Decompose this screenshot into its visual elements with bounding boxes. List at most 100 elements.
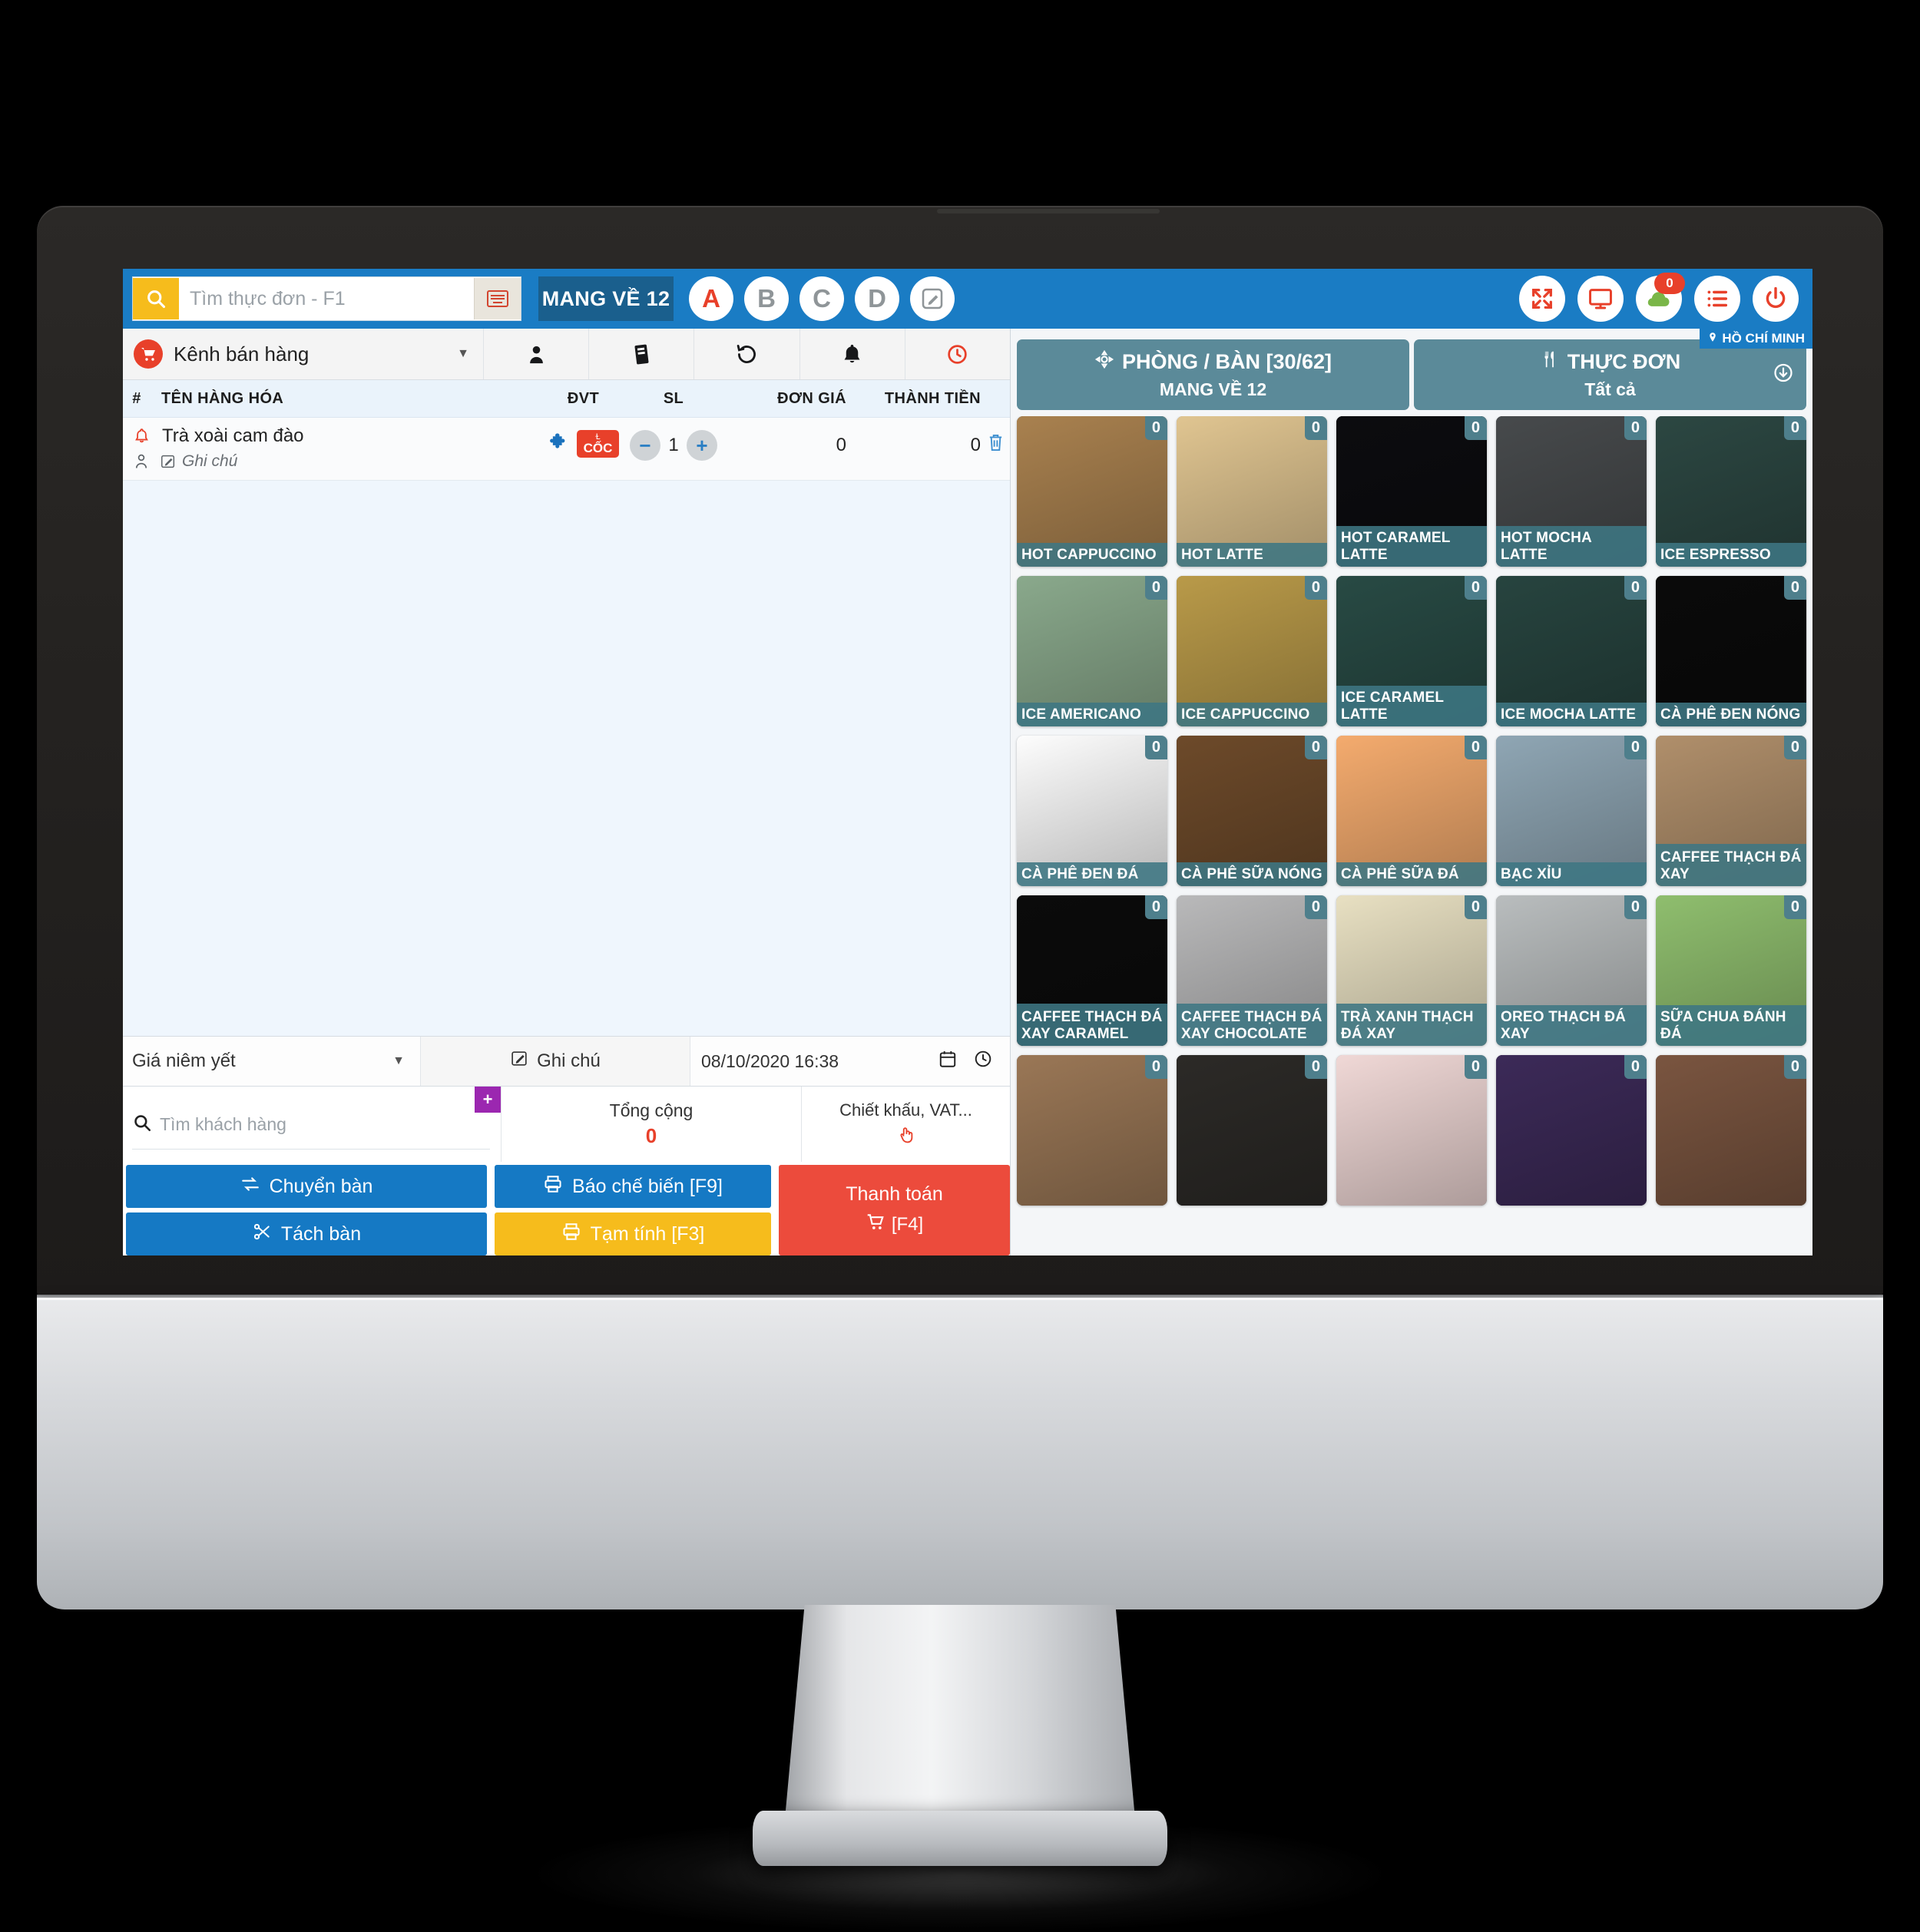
product-name: ICE CARAMEL LATTE xyxy=(1336,686,1487,726)
product-name: CAFFEE THẠCH ĐÁ XAY CHOCOLATE xyxy=(1177,1004,1327,1046)
product-tile[interactable]: 0 HOT CARAMEL LATTE xyxy=(1336,416,1487,567)
monitor-icon[interactable] xyxy=(1577,276,1624,322)
product-tile[interactable]: 0 OREO THẠCH ĐÁ XAY xyxy=(1496,895,1647,1046)
transfer-table-button[interactable]: Chuyển bàn xyxy=(126,1165,487,1208)
history-icon[interactable] xyxy=(694,329,800,379)
order-note-label: Ghi chú xyxy=(537,1050,601,1071)
product-name: CÀ PHÊ SỮA NÓNG xyxy=(1177,862,1327,886)
edit-square-icon[interactable] xyxy=(910,276,955,321)
product-tile[interactable]: 0 HOT LATTE xyxy=(1177,416,1327,567)
footer-row-totals: Tìm khách hàng + Tổng cộng 0 Chiết khấu,… xyxy=(123,1086,1010,1162)
monitor-stand-neck xyxy=(783,1605,1137,1835)
item-name: Trà xoài cam đào xyxy=(162,425,304,446)
download-icon[interactable] xyxy=(1773,362,1794,388)
rooms-tables-title: PHÒNG / BÀN [30/62] xyxy=(1121,350,1332,373)
product-tile[interactable]: 0 xyxy=(1336,1055,1487,1206)
product-name: HOT CAPPUCCINO xyxy=(1017,542,1167,567)
unit-badge[interactable]: Ɫ CỐC xyxy=(576,430,620,458)
product-tile[interactable]: 0 TRÀ XANH THẠCH ĐÁ XAY xyxy=(1336,895,1487,1046)
bell-icon[interactable] xyxy=(132,427,151,446)
product-name: OREO THẠCH ĐÁ XAY xyxy=(1496,1005,1647,1046)
split-table-button[interactable]: Tách bàn xyxy=(126,1212,487,1255)
product-tile[interactable]: 0 CÀ PHÊ ĐEN NÓNG xyxy=(1656,576,1806,726)
product-tile[interactable]: 0 xyxy=(1177,1055,1327,1206)
product-count-badge: 0 xyxy=(1624,576,1647,600)
takeaway-order-tag[interactable]: MANG VỀ 12 xyxy=(538,276,674,321)
product-count-badge: 0 xyxy=(1464,576,1487,600)
discount-vat-button[interactable]: Chiết khấu, VAT... xyxy=(802,1087,1010,1162)
product-tile[interactable]: 0 xyxy=(1656,1055,1806,1206)
product-tile[interactable]: 0 ICE CARAMEL LATTE xyxy=(1336,576,1487,726)
pay-label: Thanh toán xyxy=(846,1183,943,1205)
product-tile[interactable]: 0 CÀ PHÊ SỮA NÓNG xyxy=(1177,736,1327,886)
product-name: CÀ PHÊ SỮA ĐÁ xyxy=(1336,862,1487,886)
total-value: 0 xyxy=(645,1124,657,1147)
report-kitchen-button[interactable]: Báo chế biến [F9] xyxy=(495,1165,771,1208)
product-name: ICE MOCHA LATTE xyxy=(1496,702,1647,726)
receipt-icon[interactable] xyxy=(589,329,695,379)
product-count-badge: 0 xyxy=(1464,895,1487,919)
bell-icon[interactable] xyxy=(799,329,905,379)
menu-search-input[interactable] xyxy=(179,279,474,319)
product-tile[interactable]: 0 ICE ESPRESSO xyxy=(1656,416,1806,567)
cloud-icon[interactable]: 0 xyxy=(1636,273,1685,322)
puzzle-icon[interactable] xyxy=(548,431,571,458)
col-total: THÀNH TIỀN xyxy=(884,389,981,407)
order-datetime[interactable]: 08/10/2020 16:38 xyxy=(690,1037,1010,1086)
delete-icon[interactable] xyxy=(986,432,1005,458)
product-name: CAFFEE THẠCH ĐÁ XAY CARAMEL xyxy=(1017,1004,1167,1046)
add-customer-button[interactable]: + xyxy=(475,1087,501,1113)
calendar-icon[interactable] xyxy=(938,1049,958,1074)
power-icon[interactable] xyxy=(1753,276,1799,322)
person-icon[interactable] xyxy=(132,452,151,471)
clock-icon[interactable] xyxy=(973,1049,993,1074)
order-tab-b[interactable]: B xyxy=(744,276,789,321)
qty-decrease-button[interactable]: − xyxy=(630,430,660,461)
customer-icon[interactable] xyxy=(484,329,590,379)
table-row[interactable]: Trà xoài cam đào Ghi chú Ɫ CỐC − 1 + 0 0 xyxy=(123,418,1010,481)
product-tile[interactable]: 0 HOT CAPPUCCINO xyxy=(1017,416,1167,567)
note-icon xyxy=(510,1049,529,1074)
list-icon[interactable] xyxy=(1694,276,1740,322)
product-tile[interactable]: 0 xyxy=(1017,1055,1167,1206)
product-count-badge: 0 xyxy=(1304,1055,1327,1079)
pay-shortcut: [F4] xyxy=(891,1213,924,1235)
product-tile[interactable]: 0 HOT MOCHA LATTE xyxy=(1496,416,1647,567)
order-tab-d[interactable]: D xyxy=(855,276,899,321)
provisional-button[interactable]: Tạm tính [F3] xyxy=(495,1212,771,1255)
product-tile[interactable]: 0 CÀ PHÊ ĐEN ĐÁ xyxy=(1017,736,1167,886)
fullscreen-icon[interactable] xyxy=(1519,276,1565,322)
pay-button[interactable]: Thanh toán [F4] xyxy=(779,1165,1010,1255)
tab-menu[interactable]: THỰC ĐƠN Tất cả xyxy=(1414,339,1806,410)
footer-row-actions: Chuyển bàn Tách bàn Báo chế biến [F9] Tạ… xyxy=(123,1162,1010,1255)
product-tile[interactable]: 0 xyxy=(1496,1055,1647,1206)
sales-channel-select[interactable]: Kênh bán hàng ▼ xyxy=(123,329,484,379)
keyboard-icon[interactable] xyxy=(474,278,521,319)
menu-title: THỰC ĐƠN xyxy=(1567,350,1681,373)
product-tile[interactable]: 0 CÀ PHÊ SỮA ĐÁ xyxy=(1336,736,1487,886)
order-datetime-value: 08/10/2020 16:38 xyxy=(701,1050,839,1071)
price-policy-select[interactable]: Giá niêm yết ▼ xyxy=(123,1037,421,1086)
clock-icon[interactable] xyxy=(905,329,1011,379)
qty-value[interactable]: 1 xyxy=(664,435,684,456)
menu-search-box[interactable] xyxy=(132,276,521,321)
product-tile[interactable]: 0 CAFFEE THẠCH ĐÁ XAY CHOCOLATE xyxy=(1177,895,1327,1046)
top-toolbar: MANG VỀ 12 A B C D xyxy=(123,269,1812,329)
product-tile[interactable]: 0 SỮA CHUA ĐÁNH ĐÁ xyxy=(1656,895,1806,1046)
product-tile[interactable]: 0 ICE AMERICANO xyxy=(1017,576,1167,726)
order-tab-a[interactable]: A xyxy=(689,276,733,321)
row-price-cell[interactable]: 0 xyxy=(720,425,846,456)
product-tile[interactable]: 0 ICE CAPPUCCINO xyxy=(1177,576,1327,726)
customer-search[interactable]: Tìm khách hàng + xyxy=(123,1087,502,1162)
hand-pointer-icon xyxy=(896,1125,916,1149)
item-note-button[interactable]: Ghi chú xyxy=(160,452,237,471)
order-tab-c[interactable]: C xyxy=(799,276,844,321)
product-tile[interactable]: 0 BẠC XỈU xyxy=(1496,736,1647,886)
product-count-badge: 0 xyxy=(1144,416,1167,440)
tab-rooms-tables[interactable]: PHÒNG / BÀN [30/62] MANG VỀ 12 xyxy=(1017,339,1409,410)
qty-increase-button[interactable]: + xyxy=(687,430,717,461)
product-tile[interactable]: 0 CAFFEE THẠCH ĐÁ XAY xyxy=(1656,736,1806,886)
product-tile[interactable]: 0 CAFFEE THẠCH ĐÁ XAY CARAMEL xyxy=(1017,895,1167,1046)
order-note-button[interactable]: Ghi chú xyxy=(421,1037,690,1086)
product-tile[interactable]: 0 ICE MOCHA LATTE xyxy=(1496,576,1647,726)
